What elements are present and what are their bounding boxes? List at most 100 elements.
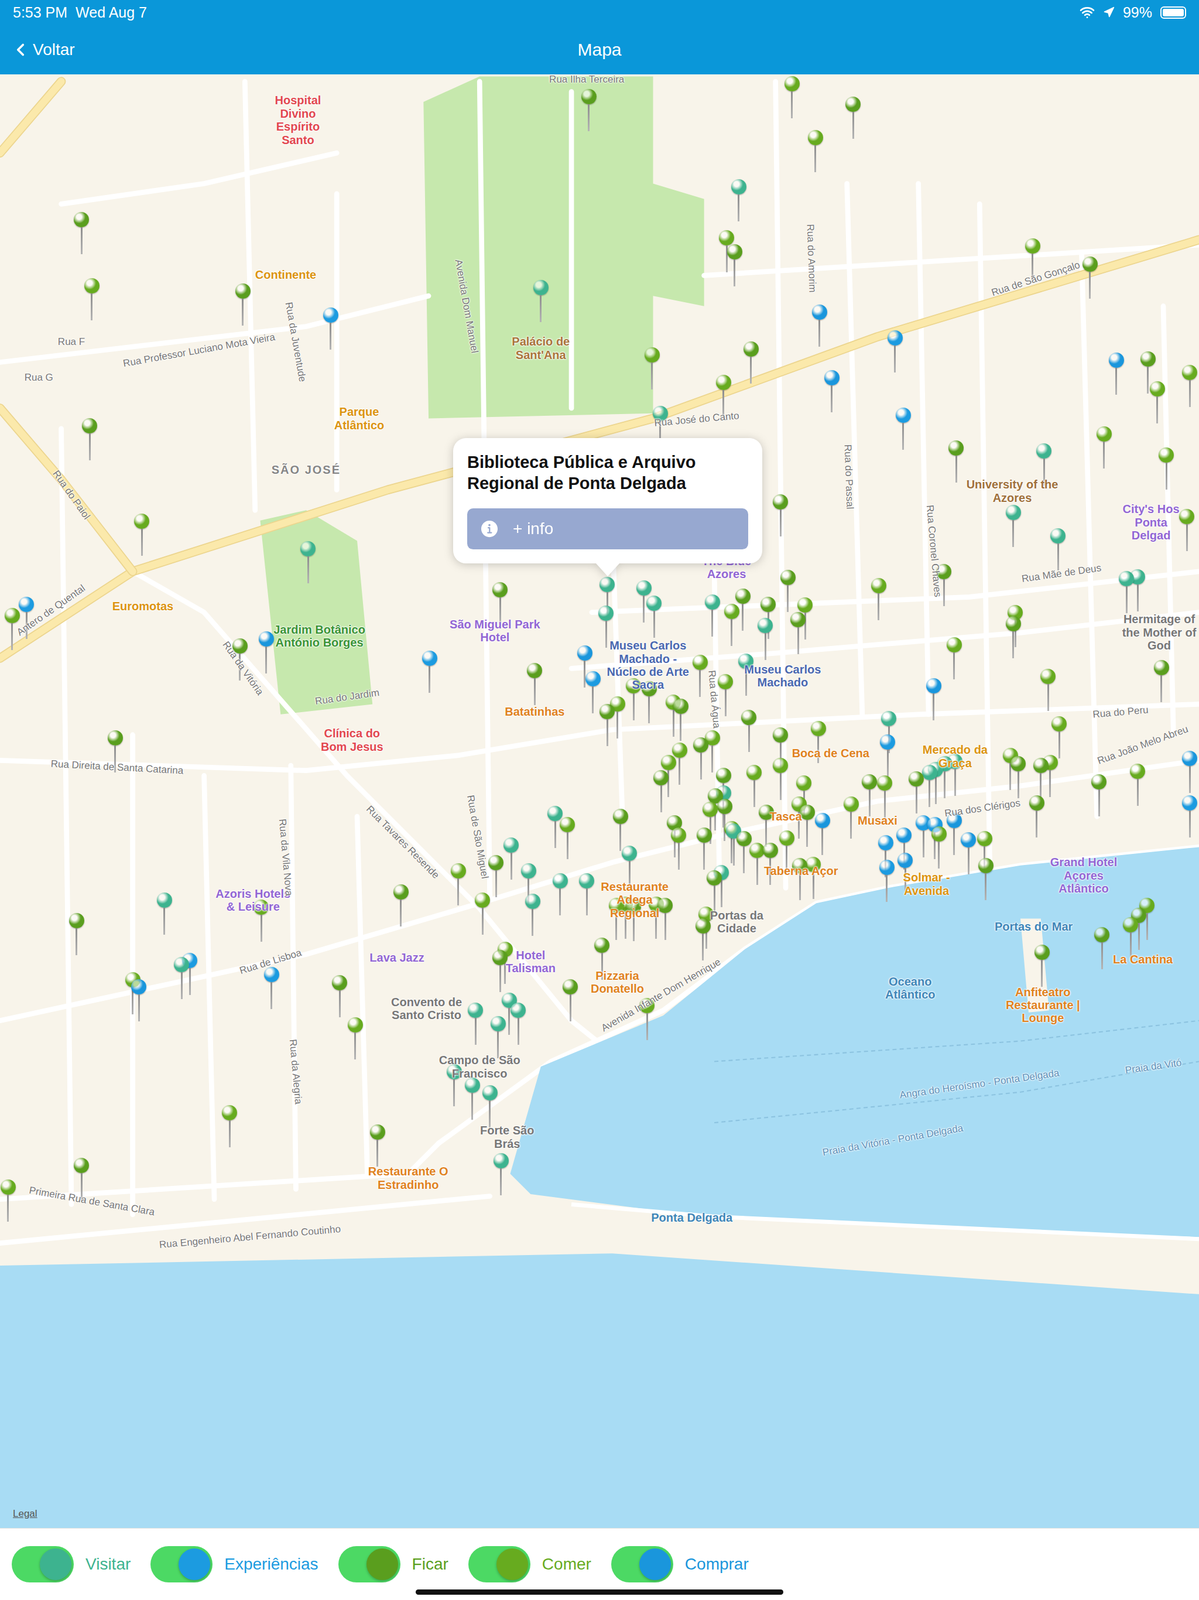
map-pin[interactable] (446, 1063, 462, 1108)
map-pin[interactable] (492, 581, 508, 626)
map-pin[interactable] (692, 654, 708, 698)
map-pin[interactable] (608, 897, 625, 941)
map-pin[interactable] (871, 577, 887, 622)
map-pin[interactable] (727, 244, 743, 288)
map-pin[interactable] (772, 494, 789, 538)
map-pin[interactable] (490, 1015, 506, 1060)
map-pin[interactable] (488, 854, 504, 899)
map-pin[interactable] (253, 899, 269, 943)
map-pin[interactable] (704, 730, 721, 774)
map-pin[interactable] (84, 278, 100, 322)
map-pin[interactable] (73, 211, 89, 256)
map-pin[interactable] (422, 650, 438, 694)
filter-toggle[interactable]: Comprar (611, 1545, 749, 1582)
map-pin[interactable] (695, 917, 711, 962)
map-pin[interactable] (579, 872, 595, 917)
map-pin[interactable] (1096, 426, 1112, 470)
map-pin[interactable] (1034, 944, 1050, 988)
map-pin[interactable] (978, 857, 994, 902)
map-pin[interactable] (780, 569, 796, 613)
map-pin[interactable] (948, 440, 964, 484)
map-pin[interactable] (581, 88, 597, 133)
map-pin[interactable] (612, 808, 629, 852)
map-pin[interactable] (738, 653, 754, 697)
map-pin[interactable] (1005, 615, 1022, 660)
map-pin[interactable] (533, 279, 549, 324)
map-pin[interactable] (467, 1002, 483, 1046)
map-pin[interactable] (1182, 795, 1198, 839)
map-pin[interactable] (1182, 364, 1198, 409)
map-pin[interactable] (845, 96, 861, 140)
map-pin[interactable] (1108, 352, 1125, 396)
map-pin[interactable] (526, 662, 543, 707)
map-pin[interactable] (897, 852, 913, 896)
map-pin[interactable] (746, 764, 762, 808)
map-pin[interactable] (960, 831, 976, 876)
map-pin[interactable] (18, 596, 34, 640)
map-pin[interactable] (843, 796, 859, 840)
map-pin[interactable] (895, 407, 911, 451)
map-pin[interactable] (393, 884, 409, 928)
map-pin[interactable] (625, 898, 642, 942)
map-pin[interactable] (474, 892, 491, 936)
map-pin[interactable] (810, 720, 827, 765)
map-pin[interactable] (639, 997, 655, 1041)
map-pin[interactable] (482, 1084, 498, 1129)
map-pin[interactable] (81, 418, 98, 462)
map-pin[interactable] (173, 956, 190, 1000)
map-pin[interactable] (503, 837, 519, 881)
map-pin[interactable] (644, 347, 660, 391)
map-pin[interactable] (731, 179, 747, 223)
map-pin[interactable] (1153, 659, 1170, 704)
map-pin[interactable] (757, 617, 773, 661)
map-pin[interactable] (784, 76, 800, 120)
map-pin[interactable] (1082, 256, 1098, 300)
map-pin[interactable] (258, 631, 274, 675)
map-pin[interactable] (525, 893, 541, 937)
map-pin[interactable] (1050, 528, 1066, 572)
map-pin[interactable] (693, 737, 709, 781)
map-pin[interactable] (492, 949, 508, 993)
map-pin[interactable] (646, 595, 662, 639)
map-pin[interactable] (724, 603, 740, 647)
map-pin[interactable] (762, 842, 779, 886)
map[interactable]: Hospital Divino Espírito SantoContinente… (0, 74, 1199, 1528)
map-pin[interactable] (657, 897, 673, 941)
map-pin[interactable] (1029, 795, 1045, 839)
filter-toggle[interactable]: Comer (468, 1545, 592, 1582)
map-pin[interactable] (673, 698, 689, 742)
filter-switch[interactable] (468, 1545, 531, 1582)
map-pin[interactable] (232, 638, 248, 682)
map-pin[interactable] (610, 696, 626, 740)
map-pin[interactable] (1094, 926, 1110, 971)
map-pin[interactable] (704, 594, 721, 638)
info-button[interactable]: + info (467, 508, 749, 550)
map-pin[interactable] (641, 680, 657, 725)
map-pin[interactable] (717, 673, 733, 718)
map-pin[interactable] (1025, 238, 1041, 282)
back-button[interactable]: Voltar (8, 36, 78, 64)
map-pin[interactable] (937, 755, 953, 800)
map-pin[interactable] (824, 370, 840, 414)
map-pin[interactable] (1149, 381, 1166, 425)
map-pin[interactable] (741, 709, 757, 753)
map-pin[interactable] (877, 775, 893, 819)
map-pin[interactable] (347, 1016, 363, 1061)
map-pin[interactable] (221, 1104, 238, 1149)
map-pin[interactable] (1118, 570, 1135, 615)
filter-switch[interactable] (338, 1545, 401, 1582)
map-pin[interactable] (1051, 716, 1067, 760)
filter-switch[interactable] (611, 1545, 674, 1582)
map-pin[interactable] (131, 978, 147, 1023)
map-pin[interactable] (107, 730, 123, 774)
map-pin[interactable] (493, 1152, 509, 1197)
map-pin[interactable] (599, 703, 615, 748)
map-pin[interactable] (772, 757, 789, 801)
filter-toggle[interactable]: Ficar (338, 1545, 449, 1582)
map-pin[interactable] (670, 827, 687, 871)
map-pin[interactable] (331, 974, 348, 1019)
map-pin[interactable] (235, 283, 251, 327)
map-pin[interactable] (1036, 443, 1052, 487)
map-pin[interactable] (370, 1124, 386, 1168)
map-pin[interactable] (1005, 504, 1022, 548)
